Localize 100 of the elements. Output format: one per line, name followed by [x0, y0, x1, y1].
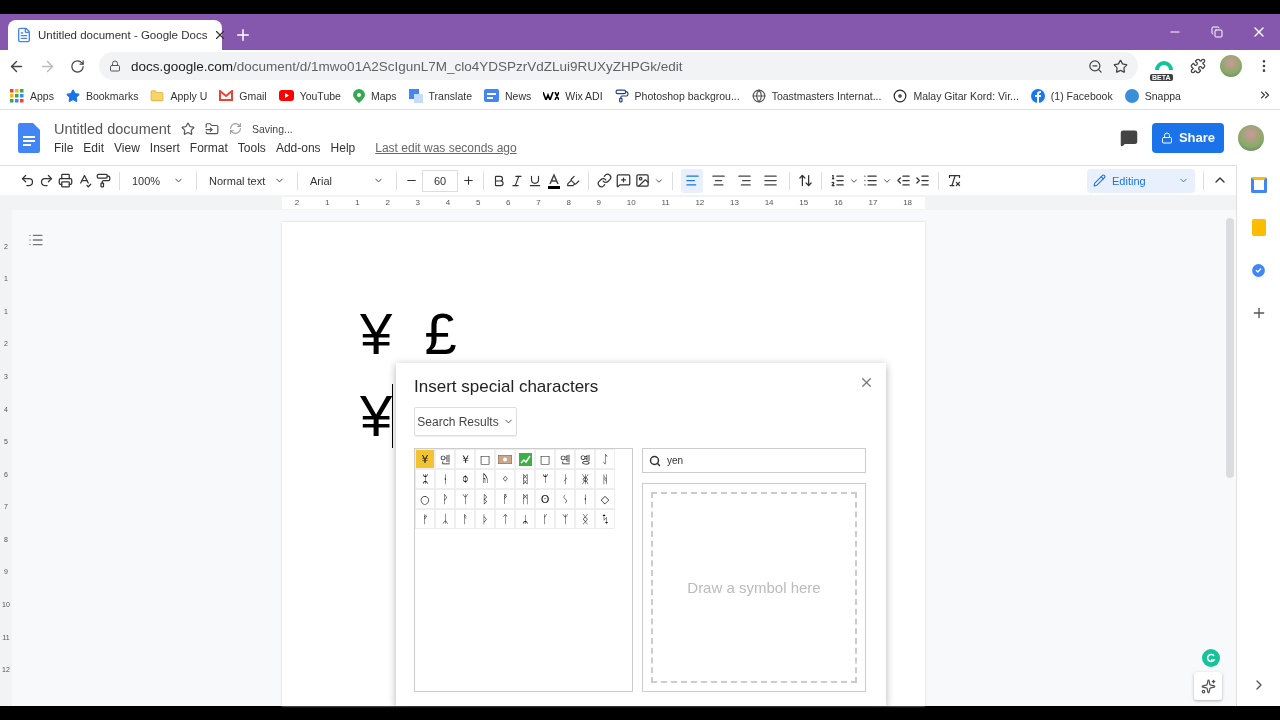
menu-item[interactable]: Insert	[149, 140, 180, 155]
symbol-tile[interactable]: ᛏ	[495, 509, 515, 529]
bookmark-link[interactable]: Photoshop backgrou...	[614, 88, 740, 103]
symbol-tile[interactable]: ᚽ	[435, 469, 455, 489]
zoom-out-icon[interactable]	[1088, 58, 1103, 74]
redo-icon[interactable]	[39, 173, 54, 188]
highlighter-icon[interactable]	[566, 173, 580, 188]
align-button[interactable]	[681, 168, 703, 193]
style-dropdown[interactable]: Normal text	[205, 174, 289, 187]
bookmark-link[interactable]: Apply U	[150, 88, 208, 103]
symbol-tile[interactable]: ᛉ	[455, 489, 475, 509]
indent-icon[interactable]	[915, 173, 930, 188]
symbol-tile[interactable]: ᛅ	[555, 469, 575, 489]
extensions-icon[interactable]	[1190, 58, 1206, 74]
menu-item[interactable]: Help	[330, 140, 356, 155]
font-size-field[interactable]: 60	[422, 169, 458, 192]
menu-item[interactable]: Tools	[237, 140, 266, 155]
menu-item[interactable]: Add-ons	[275, 140, 321, 155]
bold-icon[interactable]	[492, 173, 506, 188]
symbol-tile[interactable]: ᛰ	[455, 469, 475, 489]
spellcheck-icon[interactable]	[77, 173, 92, 188]
symbol-tile[interactable]: ᚦ	[475, 509, 495, 529]
symbol-tile[interactable]: ᛗ	[515, 489, 535, 509]
symbol-tile[interactable]: ¥	[415, 449, 435, 469]
search-field[interactable]: yen	[642, 448, 866, 473]
symbol-tile[interactable]: ᚻ	[595, 469, 615, 489]
profile-avatar[interactable]	[1220, 55, 1242, 77]
bulleted-list-icon[interactable]	[863, 173, 878, 188]
paint-format-icon[interactable]	[96, 173, 111, 188]
bookmark-link[interactable]: Bookmarks	[65, 88, 139, 103]
zoom-dropdown[interactable]: 100%	[128, 174, 188, 187]
add-comment-icon[interactable]	[616, 173, 631, 188]
profile-avatar[interactable]	[1238, 124, 1264, 151]
reload-icon[interactable]	[70, 58, 85, 74]
undo-icon[interactable]	[20, 173, 35, 188]
underline-icon[interactable]	[528, 173, 542, 188]
symbol-tile[interactable]: ʘ	[535, 489, 555, 509]
symbol-tile[interactable]: ᛒ	[475, 489, 495, 509]
bookmark-link[interactable]: Apps	[10, 88, 54, 103]
symbol-tile[interactable]: ᛪ	[595, 509, 615, 529]
symbol-tile[interactable]: ᚴ	[535, 509, 555, 529]
bookmark-link[interactable]: Wix ADI	[543, 89, 603, 102]
symbol-tile[interactable]	[495, 449, 515, 469]
symbol-tile[interactable]: ᛂ	[575, 489, 595, 509]
address-bar[interactable]: docs.google.com/document/d/1mwo01A2ScIgunL7M_clo4YDSPzrVdZLui9RUXyZHPGk/edit	[99, 52, 1138, 80]
bookmark-link[interactable]: Gmail	[219, 89, 267, 102]
menu-item[interactable]: Edit	[83, 140, 105, 155]
symbol-tile[interactable]: ᛝ	[575, 509, 595, 529]
bookmark-link[interactable]: YouTube	[278, 89, 341, 102]
symbol-tile[interactable]: ᛉ	[555, 509, 575, 529]
clear-formatting-icon[interactable]	[947, 173, 962, 188]
bookmark-link[interactable]: News	[484, 89, 532, 102]
symbol-tile[interactable]: ◇	[595, 489, 615, 509]
symbol-tile[interactable]	[515, 449, 535, 469]
menu-item[interactable]: View	[114, 140, 140, 155]
symbol-tile[interactable]: ᛯ	[415, 469, 435, 489]
last-edit-link[interactable]: Last edit was seconds ago	[375, 140, 517, 155]
link-icon[interactable]	[597, 173, 612, 188]
numbered-list-icon[interactable]	[830, 173, 845, 188]
image-icon[interactable]	[635, 173, 650, 188]
browser-tab[interactable]: Untitled document - Google Docs	[8, 20, 222, 50]
bookmark-link[interactable]: Toastmasters Internat...	[751, 88, 882, 103]
star-icon[interactable]	[180, 121, 195, 136]
share-button[interactable]: Share	[1152, 122, 1224, 153]
menu-item[interactable]: Format	[189, 140, 228, 155]
star-icon[interactable]	[1113, 58, 1128, 74]
symbol-tile[interactable]: ᛊ	[555, 489, 575, 509]
bookmark-link[interactable]: (1) Facebook	[1030, 88, 1113, 103]
print-icon[interactable]	[58, 173, 73, 188]
symbol-tile[interactable]: ᛤ	[575, 469, 595, 489]
document-title[interactable]: Untitled document	[54, 120, 171, 137]
font-dropdown[interactable]: Arial	[306, 174, 388, 187]
symbol-tile[interactable]: ᚠ	[415, 509, 435, 529]
restore-icon[interactable]	[1211, 26, 1223, 38]
symbol-tile[interactable]: ᛜ	[495, 469, 515, 489]
symbol-tile[interactable]: ᛣ	[435, 509, 455, 529]
explore-button[interactable]	[1194, 672, 1222, 700]
symbol-tile[interactable]: ᛇ	[595, 449, 615, 469]
scrollbar-thumb[interactable]	[1226, 218, 1234, 478]
symbol-tile[interactable]: ᛘ	[535, 469, 555, 489]
outdent-icon[interactable]	[896, 173, 911, 188]
symbol-tile[interactable]: ᚨ	[455, 509, 475, 529]
mode-dropdown[interactable]: Editing	[1087, 168, 1195, 193]
comments-icon[interactable]	[1120, 128, 1138, 147]
symbol-tile[interactable]: ○	[415, 489, 435, 509]
bookmark-link[interactable]: Malay Gitar Kord: Vir...	[893, 88, 1019, 103]
text-color-icon[interactable]	[546, 172, 562, 189]
symbol-tile[interactable]: ᛦ	[515, 509, 535, 529]
symbol-tile[interactable]: ᚥ	[475, 469, 495, 489]
bookmark-link[interactable]: Maps	[352, 88, 397, 103]
menu-item[interactable]: File	[54, 140, 74, 155]
symbol-tile[interactable]: ᚹ	[435, 489, 455, 509]
move-folder-icon[interactable]	[204, 121, 219, 136]
category-dropdown[interactable]: Search Results	[414, 407, 517, 436]
calendar-icon[interactable]	[1250, 177, 1267, 193]
symbol-tile[interactable]: ᚡ	[495, 489, 515, 509]
line-spacing-icon[interactable]	[798, 173, 813, 188]
new-tab-icon[interactable]	[234, 26, 252, 44]
tasks-icon[interactable]	[1250, 262, 1267, 279]
bookmark-link[interactable]: Snappa	[1124, 88, 1181, 103]
